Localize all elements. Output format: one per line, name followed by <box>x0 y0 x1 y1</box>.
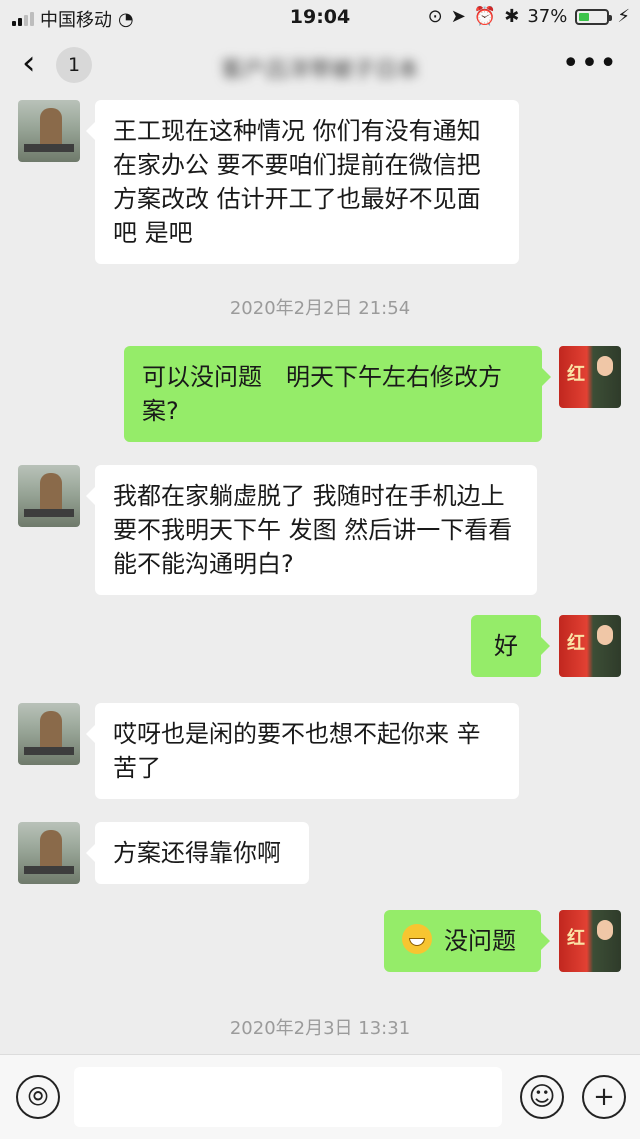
charging-icon: ⚡ <box>617 6 630 27</box>
message-bubble-sent[interactable]: 可以没问题 明天下午左右修改方案? <box>124 346 551 442</box>
contact-avatar[interactable] <box>18 465 80 527</box>
input-bar: ⦾ ☺ + <box>0 1054 640 1139</box>
battery-percent: 37% <box>527 6 568 27</box>
my-avatar[interactable]: 红 <box>559 615 621 677</box>
back-arrow-icon[interactable]: ‹ <box>22 46 56 82</box>
alarm-icon: ⏰ <box>473 6 497 27</box>
message-bubble-sent[interactable]: 好 <box>471 615 550 677</box>
lock-rotation-icon: ⊙ <box>427 6 443 27</box>
message-bubble-received[interactable]: 我都在家躺虚脱了 我随时在手机边上 要不我明天下午 发图 然后讲一下看看能不能沟… <box>86 465 537 595</box>
chat-header: ‹ 1 客户吕洋带被子日本 ••• <box>0 34 640 96</box>
message-text: 没问题 <box>444 927 516 955</box>
timestamp: 2020年2月2日 21:54 <box>229 298 411 319</box>
location-icon: ➤ <box>450 6 466 27</box>
emoji-icon[interactable]: ☺ <box>520 1075 564 1119</box>
message-bubble-received[interactable]: 哎呀也是闲的要不也想不起你来 辛苦了 <box>86 703 519 799</box>
unread-count-badge[interactable]: 1 <box>56 47 92 83</box>
battery-icon <box>575 8 613 25</box>
contact-avatar[interactable] <box>18 703 80 765</box>
contact-avatar[interactable] <box>18 100 80 162</box>
bluetooth-icon: ✱ <box>504 6 520 27</box>
my-avatar[interactable]: 红 <box>559 910 621 972</box>
message-bubble-received[interactable]: 方案还得靠你啊 <box>86 822 309 884</box>
message-input[interactable] <box>74 1067 502 1127</box>
contact-avatar[interactable] <box>18 822 80 884</box>
chat-title: 客户吕洋带被子日本 <box>220 58 419 83</box>
message-bubble-sent[interactable]: 没问题 <box>384 910 550 972</box>
status-bar: 中国移动 ◔ 19:04 ⊙ ➤ ⏰ ✱ 37% ⚡ <box>0 0 640 34</box>
timestamp: 2020年2月3日 13:31 <box>229 1018 411 1039</box>
grin-emoji-icon <box>402 924 432 954</box>
my-avatar[interactable]: 红 <box>559 346 621 408</box>
message-list[interactable]: 王工现在这种情况 你们有没有通知在家办公 要不要咱们提前在微信把方案改改 估计开… <box>0 96 640 1054</box>
voice-icon[interactable]: ⦾ <box>16 1075 60 1119</box>
more-icon[interactable]: ••• <box>562 46 618 81</box>
message-bubble-received[interactable]: 王工现在这种情况 你们有没有通知在家办公 要不要咱们提前在微信把方案改改 估计开… <box>86 100 519 264</box>
plus-icon[interactable]: + <box>582 1075 626 1119</box>
